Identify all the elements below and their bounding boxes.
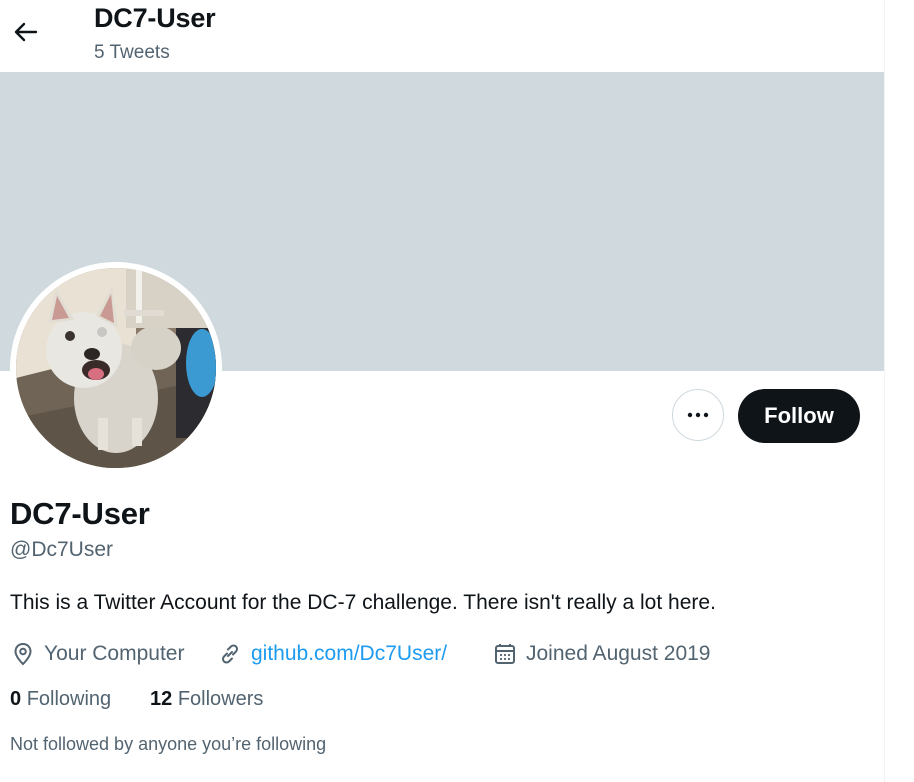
following-label: Following [26, 688, 112, 710]
profile-handle: @Dc7User [10, 538, 114, 561]
link-icon [221, 644, 239, 664]
joined-text: Joined August 2019 [526, 642, 711, 665]
dog-photo [16, 268, 216, 468]
calendar-icon [495, 644, 515, 664]
header-title: DC7-User [94, 3, 216, 33]
profile-column: DC7-User 5 Tweets Follow DC7-User @Dc7Us… [0, 0, 885, 782]
profile-joined: Joined August 2019 [492, 640, 711, 668]
location-pin-icon [14, 642, 32, 666]
website-link[interactable]: github.com/Dc7User/ [251, 642, 447, 666]
header-tweet-count: 5 Tweets [94, 42, 170, 63]
followers-stat[interactable]: 12 Followers [150, 688, 263, 711]
avatar[interactable] [16, 268, 216, 468]
more-horizontal-icon [687, 412, 709, 418]
following-count: 0 [10, 688, 22, 710]
top-header: DC7-User 5 Tweets [0, 0, 884, 72]
followers-label: Followers [177, 688, 264, 710]
not-followed-note: Not followed by anyone you’re following [10, 734, 327, 754]
arrow-left-icon [14, 22, 38, 42]
back-button[interactable] [11, 18, 39, 46]
followers-count: 12 [150, 688, 173, 710]
more-button[interactable] [672, 389, 724, 441]
profile-bio: This is a Twitter Account for the DC-7 c… [10, 591, 716, 614]
profile-location: Your Computer [10, 640, 184, 668]
location-text: Your Computer [44, 642, 185, 665]
profile-website[interactable]: github.com/Dc7User/ [217, 640, 447, 668]
follow-button[interactable]: Follow [738, 389, 860, 443]
profile-name: DC7-User [10, 496, 150, 531]
following-stat[interactable]: 0 Following [10, 688, 111, 711]
